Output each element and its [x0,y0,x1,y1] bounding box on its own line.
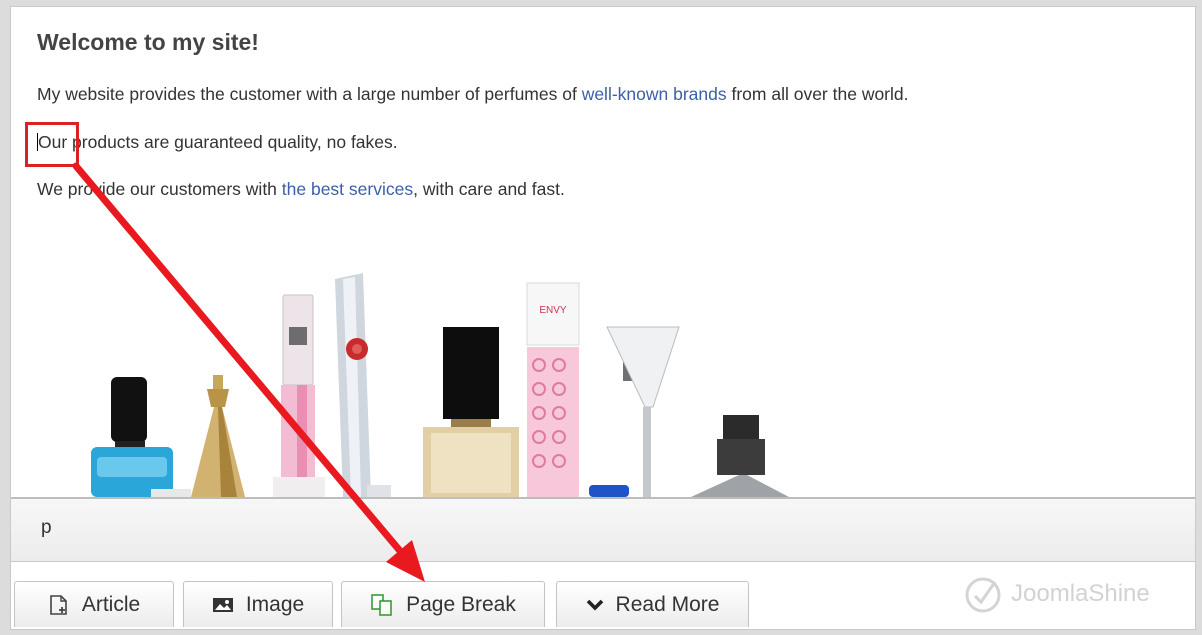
black-perfume-bottle [691,415,789,497]
paragraph-3-text-end: , with care and fast. [413,179,565,199]
editor-frame: Welcome to my site! My website provides … [10,6,1196,630]
read-more-button[interactable]: Read More [556,581,749,627]
pink-perfume-bottle [273,294,325,497]
gold-perfume-bottle [191,375,245,497]
article-icon [50,594,67,615]
article-button[interactable]: Article [14,581,174,627]
envy-label: ENVY [539,305,567,316]
page-break-button[interactable]: Page Break [341,581,545,627]
perfume-bottles-image: ENVY [91,273,789,497]
paragraph-3: We provide our customers with the best s… [37,179,565,200]
joomlashine-watermark: JoomlaShine [961,569,1191,619]
article-button-label: Article [81,592,141,616]
element-path-bar: p [11,497,1195,562]
best-services-link[interactable]: the best services [282,179,413,199]
envy-perfume-bottle: ENVY [526,282,629,497]
editor-content[interactable]: Welcome to my site! My website provides … [11,7,1195,497]
blue-perfume-bottle [91,377,191,497]
pagebreak-icon [371,593,392,616]
page-heading: Welcome to my site! [37,29,259,55]
paragraph-1: My website provides the customer with a … [37,84,909,105]
square-perfume-bottle [423,327,519,497]
paragraph-2-text: products are guaranteed quality, no fake… [67,132,398,152]
image-button[interactable]: Image [183,581,333,627]
paragraph-2: Our products are guaranteed quality, no … [37,132,398,153]
silver-perfume-bottle [335,273,391,497]
glass-perfume-bottle [606,326,680,497]
well-known-brands-link[interactable]: well-known brands [582,84,727,104]
page-break-button-label: Page Break [406,592,516,616]
chevron-down-icon [586,599,603,611]
image-button-label: Image [245,592,305,616]
image-icon [212,597,233,612]
paragraph-1-text-end: from all over the world. [726,84,909,104]
paragraph-1-text: My website provides the customer with a … [37,84,582,104]
paragraph-3-text: We provide our customers with [37,179,282,199]
joomlashine-logo-icon [965,577,1001,613]
element-path[interactable]: p [41,517,52,539]
read-more-button-label: Read More [615,592,720,616]
watermark-text: JoomlaShine [1011,580,1150,607]
cursor-highlight-box [25,122,79,167]
